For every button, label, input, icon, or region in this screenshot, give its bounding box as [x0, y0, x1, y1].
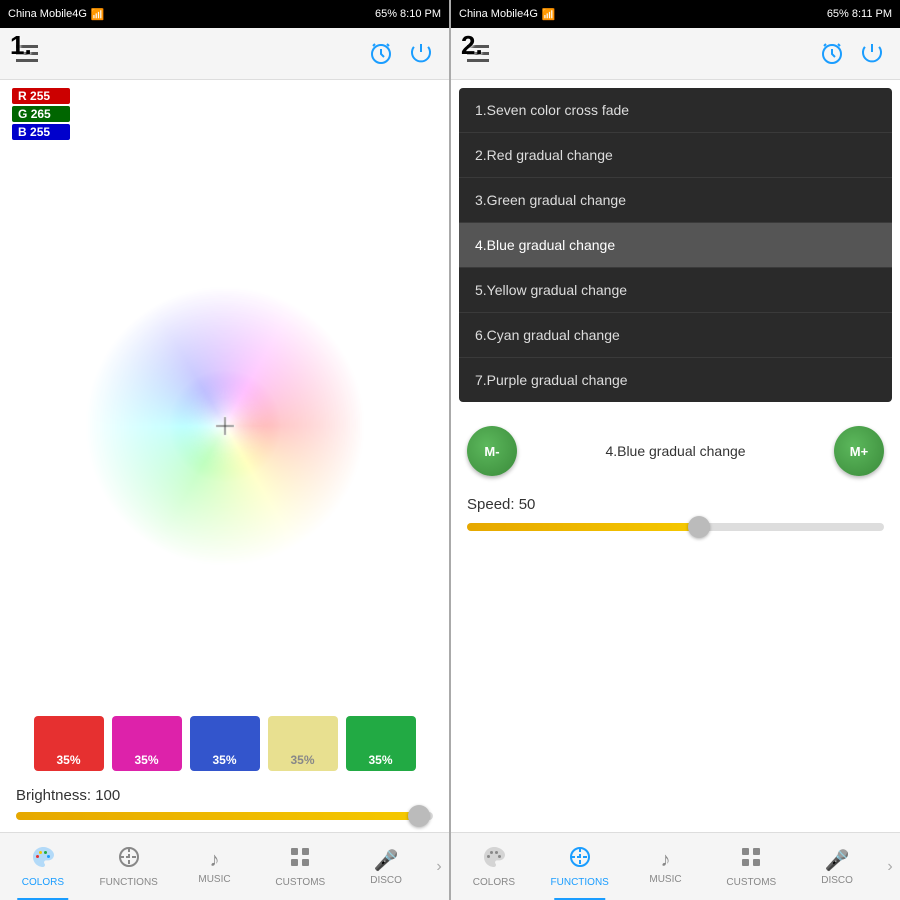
speed-slider-thumb[interactable] — [688, 516, 710, 538]
status-bar-1: China Mobile4G 📶 65% 8:10 PM — [0, 0, 449, 28]
tab-music-1[interactable]: ♪ MUSIC — [172, 833, 258, 900]
b-badge: B 255 — [12, 124, 70, 140]
tab-disco-2[interactable]: 🎤 DISCO — [794, 833, 880, 900]
battery-1: 65% — [375, 8, 397, 20]
power-icon-2[interactable] — [860, 42, 884, 66]
battery-2: 65% — [827, 8, 849, 20]
brightness-slider-fill — [16, 812, 416, 820]
status-left-1: China Mobile4G 📶 — [8, 8, 105, 21]
tab-music-2[interactable]: ♪ MUSIC — [623, 833, 709, 900]
tab-customs-label-2: CUSTOMS — [726, 877, 776, 888]
carrier-2: China Mobile4G — [459, 8, 538, 20]
function-item-7[interactable]: 7.Purple gradual change — [459, 358, 892, 402]
tab-music-label-1: MUSIC — [198, 874, 230, 885]
m-minus-button[interactable]: M- — [467, 426, 517, 476]
functions-list: 1.Seven color cross fade 2.Red gradual c… — [459, 88, 892, 402]
tab-music-label-2: MUSIC — [649, 874, 681, 885]
tab-colors-2[interactable]: COLORS — [451, 833, 537, 900]
brightness-label: Brightness: 100 — [16, 787, 433, 804]
signal-icon-1: 📶 — [91, 8, 105, 21]
screen1-label: 1. — [10, 30, 32, 61]
status-right-1: 65% 8:10 PM — [375, 8, 441, 20]
color-swatches: 35% 35% 35% 35% 35% — [0, 708, 449, 779]
tab-functions-label-1: FUNCTIONS — [100, 877, 158, 888]
rgb-indicators: R 255 G 265 B 255 — [0, 80, 449, 144]
function-item-1[interactable]: 1.Seven color cross fade — [459, 88, 892, 133]
speed-slider-track[interactable] — [467, 523, 884, 531]
customs-icon-2 — [739, 845, 763, 875]
speed-slider-fill — [467, 523, 696, 531]
time-2: 8:11 PM — [852, 8, 892, 20]
function-control: M- 4.Blue gradual change M+ Speed: 50 — [451, 410, 900, 547]
colors-icon-1 — [31, 845, 55, 875]
tab-disco-1[interactable]: 🎤 DISCO — [343, 833, 429, 900]
tab-colors-label-2: COLORS — [473, 877, 515, 888]
tab-functions-1[interactable]: FUNCTIONS — [86, 833, 172, 900]
m-plus-button[interactable]: M+ — [834, 426, 884, 476]
time-1: 8:10 PM — [400, 8, 441, 20]
power-icon-1[interactable] — [409, 42, 433, 66]
colors-icon-2 — [482, 845, 506, 875]
music-icon-1: ♪ — [209, 849, 219, 872]
swatch-yellow[interactable]: 35% — [268, 716, 338, 771]
clock-icon-1[interactable] — [369, 42, 393, 66]
tab-disco-label-2: DISCO — [821, 875, 853, 886]
screen1: 1. China Mobile4G 📶 65% 8:10 PM — [0, 0, 449, 900]
brightness-slider-thumb[interactable] — [408, 805, 430, 827]
tab-colors-1[interactable]: COLORS — [0, 833, 86, 900]
top-nav-right-2 — [820, 42, 884, 66]
functions-icon-1 — [117, 845, 141, 875]
function-control-row: M- 4.Blue gradual change M+ — [467, 426, 884, 476]
function-item-4[interactable]: 4.Blue gradual change — [459, 223, 892, 268]
screen2: 2. China Mobile4G 📶 65% 8:11 PM — [451, 0, 900, 900]
tab-colors-label-1: COLORS — [22, 877, 64, 888]
top-nav-right-1 — [369, 42, 433, 66]
color-wheel[interactable] — [85, 286, 365, 566]
status-bar-2: China Mobile4G 📶 65% 8:11 PM — [451, 0, 900, 28]
color-wheel-container — [0, 144, 449, 708]
tab-disco-label-1: DISCO — [370, 875, 402, 886]
swatch-red[interactable]: 35% — [34, 716, 104, 771]
content-area-2: 1.Seven color cross fade 2.Red gradual c… — [451, 80, 900, 832]
brightness-slider-track[interactable] — [16, 812, 433, 820]
g-badge: G 265 — [12, 106, 70, 122]
tab-customs-2[interactable]: CUSTOMS — [708, 833, 794, 900]
screen2-label: 2. — [461, 30, 483, 61]
status-left-2: China Mobile4G 📶 — [459, 8, 556, 21]
tab-scroll-arrow-2[interactable]: › — [880, 833, 900, 900]
signal-icon-2: 📶 — [542, 8, 556, 21]
tab-functions-2[interactable]: FUNCTIONS — [537, 833, 623, 900]
function-item-3[interactable]: 3.Green gradual change — [459, 178, 892, 223]
music-icon-2: ♪ — [660, 849, 670, 872]
tab-bar-2: COLORS FUNCTIONS ♪ MUSIC — [451, 832, 900, 900]
function-item-6[interactable]: 6.Cyan gradual change — [459, 313, 892, 358]
carrier-1: China Mobile4G — [8, 8, 87, 20]
function-item-2[interactable]: 2.Red gradual change — [459, 133, 892, 178]
swatch-green[interactable]: 35% — [346, 716, 416, 771]
swatch-pink[interactable]: 35% — [112, 716, 182, 771]
tab-customs-label-1: CUSTOMS — [275, 877, 325, 888]
speed-label: Speed: 50 — [467, 496, 884, 513]
functions-icon-2 — [568, 845, 592, 875]
clock-icon-2[interactable] — [820, 42, 844, 66]
disco-icon-1: 🎤 — [374, 848, 399, 873]
r-badge: R 255 — [12, 88, 70, 104]
tab-bar-1: COLORS FUNCTIONS ♪ MUSIC — [0, 832, 449, 900]
swatch-blue[interactable]: 35% — [190, 716, 260, 771]
brightness-section: Brightness: 100 — [0, 779, 449, 832]
tab-customs-1[interactable]: CUSTOMS — [257, 833, 343, 900]
top-nav-2 — [451, 28, 900, 80]
disco-icon-2: 🎤 — [825, 848, 850, 873]
tab-scroll-arrow-1[interactable]: › — [429, 833, 449, 900]
customs-icon-1 — [288, 845, 312, 875]
function-item-5[interactable]: 5.Yellow gradual change — [459, 268, 892, 313]
top-nav-1 — [0, 28, 449, 80]
selected-function-name: 4.Blue gradual change — [517, 443, 834, 459]
content-area-1: R 255 G 265 B 255 35% 35% 35% 35% 35% Br… — [0, 80, 449, 832]
tab-functions-label-2: FUNCTIONS — [551, 877, 609, 888]
status-right-2: 65% 8:11 PM — [827, 8, 892, 20]
